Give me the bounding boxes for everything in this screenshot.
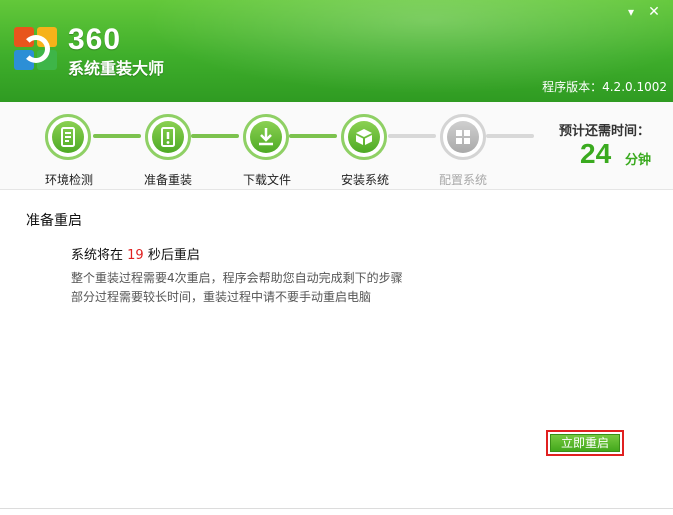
step-environment-check — [45, 114, 91, 160]
step-download-files — [243, 114, 289, 160]
step-connector — [93, 134, 141, 138]
countdown-suffix: 秒后重启 — [143, 248, 200, 263]
step-label: 配置系统 — [438, 173, 487, 187]
brand-subtitle: 系统重装大师 — [68, 59, 165, 78]
step-install-system — [341, 114, 387, 160]
alert-file-icon — [161, 127, 175, 147]
brand-number: 360 — [68, 23, 122, 56]
section-title: 准备重启 — [26, 213, 82, 229]
windows-logo-icon — [456, 130, 470, 144]
step-label: 安装系统 — [340, 173, 389, 187]
document-check-icon — [61, 127, 75, 147]
countdown-seconds: 19 — [127, 248, 144, 263]
divider — [0, 508, 673, 509]
step-connector — [486, 134, 534, 138]
step-connector — [388, 134, 436, 138]
version-label: 程序版本：4.2.0.1002 — [542, 80, 667, 94]
restart-button-highlight: 立即重启 — [546, 430, 624, 456]
countdown-prefix: 系统将在 — [71, 248, 128, 263]
step-configure-system — [440, 114, 486, 160]
minimize-icon[interactable]: ▾ — [622, 4, 640, 20]
360-logo-icon — [14, 27, 58, 71]
info-text: 整个重装过程需要4次重启，程序会帮助您自动完成剩下的步骤 — [71, 271, 403, 285]
remaining-time-unit: 分钟 — [625, 153, 652, 168]
step-connector — [289, 134, 337, 138]
restart-now-button[interactable]: 立即重启 — [550, 434, 620, 452]
restart-countdown: 系统将在 19 秒后重启 — [71, 244, 200, 263]
remaining-time-label: 预计还需时间： — [559, 124, 651, 139]
app-header: 360 系统重装大师 程序版本：4.2.0.1002 ▾ ✕ — [0, 0, 673, 102]
step-label: 下载文件 — [242, 173, 291, 187]
install-box-icon — [356, 129, 372, 145]
close-icon[interactable]: ✕ — [645, 4, 663, 20]
step-connector — [191, 134, 239, 138]
remaining-time-value: 24 — [580, 138, 612, 169]
step-prepare-reinstall — [145, 114, 191, 160]
step-label: 环境检测 — [44, 173, 93, 187]
info-text: 部分过程需要较长时间，重装过程中请不要手动重启电脑 — [71, 290, 372, 304]
step-label: 准备重装 — [143, 173, 192, 187]
download-icon — [259, 128, 273, 146]
